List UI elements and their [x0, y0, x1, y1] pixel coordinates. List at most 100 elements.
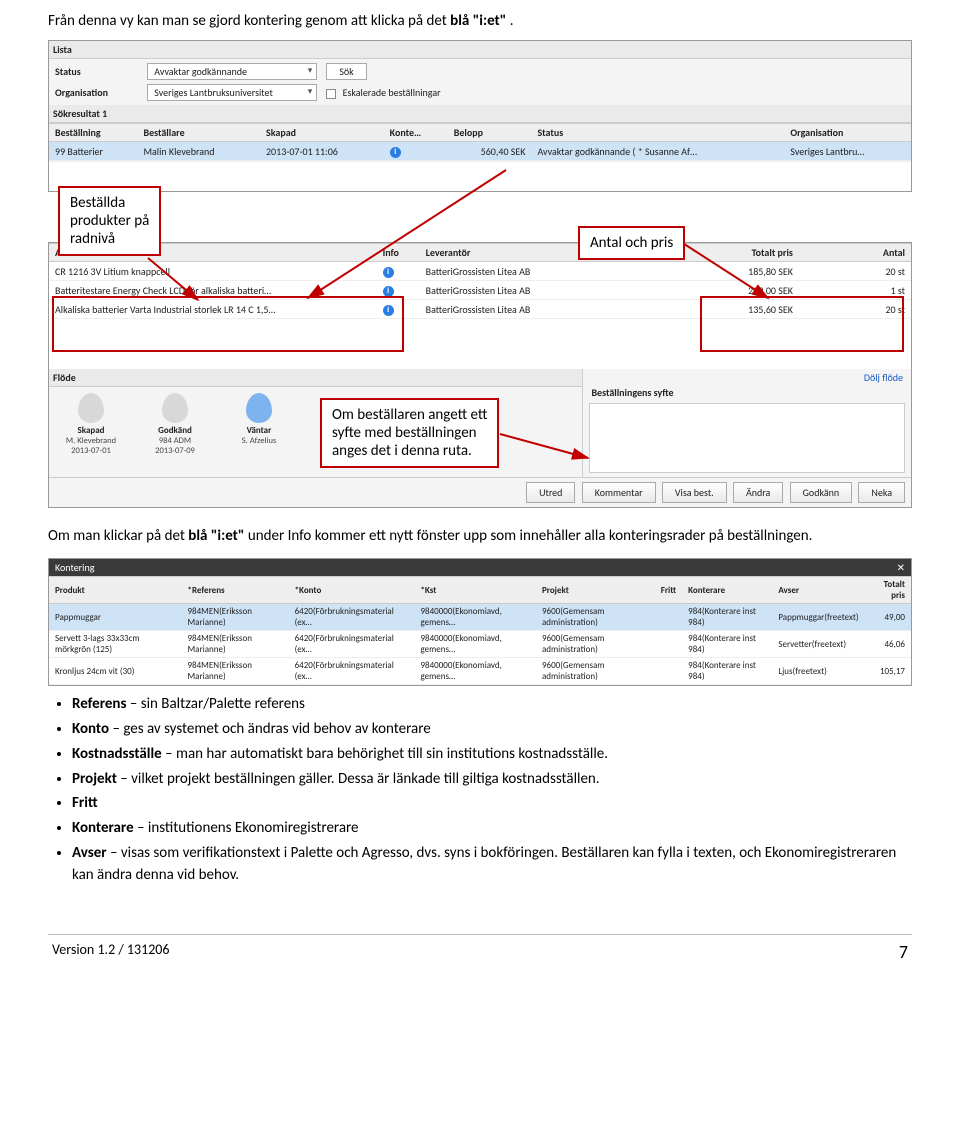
table-row[interactable]: Pappmuggar 984MEN(Eriksson Marianne) 642…: [49, 604, 911, 631]
col-konterare[interactable]: Konterare: [682, 577, 772, 604]
c-p: Servett 3-lags 33x33cm mörkgrön (125): [49, 631, 181, 658]
c-k: 6420(Förbrukningsmaterial (ex…: [289, 631, 415, 658]
def: – vilket projekt beställningen gäller. D…: [117, 770, 600, 788]
table-row[interactable]: CR 1216 3V Litium knappcell i BatteriGro…: [49, 262, 911, 281]
c-kst: 9840000(Ekonomiavd, gemens…: [414, 604, 536, 631]
neka-button[interactable]: Neka: [858, 482, 905, 503]
midtext-a: Om man klickar på det: [48, 527, 188, 545]
col-avser[interactable]: Avser: [772, 577, 864, 604]
info-icon[interactable]: i: [383, 305, 394, 316]
table-row[interactable]: Alkaliska batterier Varta Industrial sto…: [49, 300, 911, 319]
syfte-box[interactable]: [589, 403, 905, 473]
term: Konterare: [72, 819, 134, 837]
col-produkt[interactable]: Produkt: [49, 577, 181, 604]
cell-artikel: Batteritestare Energy Check LCD för alka…: [49, 281, 377, 300]
close-icon[interactable]: ✕: [897, 561, 905, 574]
panel1-spacer: [49, 161, 911, 191]
page-footer: Version 1.2 / 131206 7: [48, 934, 912, 963]
intro-prefix: Från denna vy kan man se gjord kontering…: [48, 12, 450, 30]
term: Fritt: [72, 794, 98, 812]
escalate-label: Eskalerade beställningar: [343, 86, 441, 99]
col-konto[interactable]: *Konto: [289, 577, 415, 604]
visa-best-button[interactable]: Visa best.: [662, 482, 727, 503]
col-bestallare[interactable]: Beställare: [137, 124, 260, 142]
flode-sub1: S. Afzelius: [229, 436, 289, 446]
flode-sub1: M. Klevebrand: [61, 436, 121, 446]
andra-button[interactable]: Ändra: [733, 482, 783, 503]
c-ko: 984(Konterare inst 984): [682, 631, 772, 658]
col-referens[interactable]: *Referens: [181, 577, 288, 604]
table-row[interactable]: Batteritestare Energy Check LCD för alka…: [49, 281, 911, 300]
flode-name: Väntar: [229, 425, 289, 436]
c-p: Kronljus 24cm vit (30): [49, 658, 181, 685]
panel-lista: Lista Status Avvaktar godkännande Sök Or…: [48, 40, 912, 192]
def: – institutionens Ekonomiregistrerare: [134, 819, 359, 837]
col-belopp[interactable]: Belopp: [448, 124, 532, 142]
intro-suffix: .: [510, 12, 514, 30]
col-projekt[interactable]: Projekt: [536, 577, 655, 604]
c-t: 49,00: [865, 604, 911, 631]
cell-skapad: 2013-07-01 11:06: [260, 142, 384, 161]
midtext-b: blå "i:et": [188, 527, 244, 545]
cell-lev: BatteriGrossisten Litea AB: [420, 281, 653, 300]
cell-artikel: Alkaliska batterier Varta Industrial sto…: [49, 300, 377, 319]
escalate-checkbox[interactable]: [326, 89, 336, 99]
flode-name: Skapad: [61, 425, 121, 436]
col-kst[interactable]: *Kst: [414, 577, 536, 604]
def: – visas som verifikationstext i Palette …: [72, 844, 896, 884]
info-icon[interactable]: i: [390, 147, 401, 158]
term: Avser: [72, 844, 107, 862]
col-info[interactable]: Info: [377, 244, 420, 262]
c-a: Ljus(freetext): [772, 658, 864, 685]
status-dropdown[interactable]: Avvaktar godkännande: [147, 63, 317, 80]
orders-table: Beställning Beställare Skapad Konte… Bel…: [49, 123, 911, 161]
col-status[interactable]: Status: [531, 124, 784, 142]
search-button[interactable]: Sök: [326, 63, 366, 80]
org-label: Organisation: [55, 86, 145, 99]
filter-bar: Status Avvaktar godkännande Sök: [49, 59, 911, 84]
cell-lev: BatteriGrossisten Litea AB: [420, 262, 653, 281]
c-kst: 9840000(Ekonomiavd, gemens…: [414, 658, 536, 685]
cell-pris: 135,60 SEK: [652, 300, 799, 319]
table-row[interactable]: Servett 3-lags 33x33cm mörkgrön (125) 98…: [49, 631, 911, 658]
flode-sub2: 2013-07-09: [145, 446, 205, 456]
dolj-flode-link[interactable]: Dölj flöde: [583, 369, 911, 386]
status-label: Status: [55, 65, 145, 78]
term: Konto: [72, 720, 109, 738]
c-r: 984MEN(Eriksson Marianne): [181, 604, 288, 631]
definition-list: Referens – sin Baltzar/Palette referens …: [72, 694, 912, 886]
table-header: Produkt *Referens *Konto *Kst Projekt Fr…: [49, 577, 911, 604]
kommentar-button[interactable]: Kommentar: [582, 482, 656, 503]
c-ko: 984(Konterare inst 984): [682, 604, 772, 631]
result-label: Sökresultat 1: [49, 105, 911, 123]
table-row[interactable]: Kronljus 24cm vit (30) 984MEN(Eriksson M…: [49, 658, 911, 685]
drop-icon: [162, 393, 188, 423]
col-antal[interactable]: Antal: [799, 244, 911, 262]
term: Referens: [72, 695, 126, 713]
drop-icon: [246, 393, 272, 423]
syfte-label: Beställningens syfte: [583, 386, 911, 399]
callout-price: Antal och pris: [578, 226, 685, 260]
utred-button[interactable]: Utred: [526, 482, 575, 503]
c-p: Pappmuggar: [49, 604, 181, 631]
col-org[interactable]: Organisation: [784, 124, 911, 142]
col-bestallning[interactable]: Beställning: [49, 124, 137, 142]
cell-antal: 1 st: [799, 281, 911, 300]
col-fritt[interactable]: Fritt: [655, 577, 682, 604]
table-header: Beställning Beställare Skapad Konte… Bel…: [49, 124, 911, 142]
callout-syfte: Om beställaren angett ett syfte med best…: [320, 398, 499, 468]
col-konte[interactable]: Konte…: [384, 124, 448, 142]
info-icon[interactable]: i: [383, 286, 394, 297]
c-r: 984MEN(Eriksson Marianne): [181, 631, 288, 658]
info-icon[interactable]: i: [383, 267, 394, 278]
col-skapad[interactable]: Skapad: [260, 124, 384, 142]
cell-pris: 239,00 SEK: [652, 281, 799, 300]
org-dropdown[interactable]: Sveriges Lantbruksuniversitet: [147, 84, 317, 101]
table-row[interactable]: 99 Batterier Malin Klevebrand 2013-07-01…: [49, 142, 911, 161]
col-totalpris[interactable]: Totalt pris: [865, 577, 911, 604]
footer-page-number: 7: [899, 941, 908, 963]
cell-artikel: CR 1216 3V Litium knappcell: [49, 262, 377, 281]
c-r: 984MEN(Eriksson Marianne): [181, 658, 288, 685]
godkann-button[interactable]: Godkänn: [790, 482, 853, 503]
cell-belopp: 560,40 SEK: [448, 142, 532, 161]
